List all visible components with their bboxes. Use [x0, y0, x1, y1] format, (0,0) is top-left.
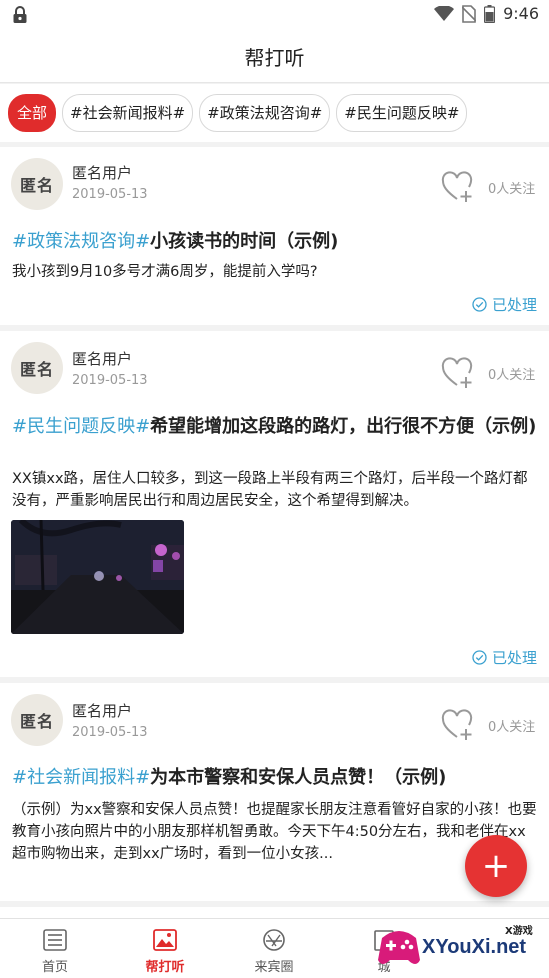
follow-heart-icon[interactable] [441, 709, 475, 741]
nav-home[interactable]: 首页 [0, 919, 110, 978]
wifi-icon [434, 5, 455, 21]
post-date: 2019-05-13 [72, 187, 148, 202]
status-bar: 9:46 [0, 0, 549, 30]
follow-heart-icon[interactable] [441, 357, 475, 389]
category-tabs: 全部 #社会新闻报料# #政策法规咨询# #民生问题反映# [0, 84, 549, 142]
post-body: 我小孩到9月10多号才满6周岁，能提前入学吗? [12, 264, 318, 280]
nav-laibinquan[interactable]: 来宾圈 [219, 919, 329, 978]
post-date: 2019-05-13 [72, 373, 148, 388]
avatar: 匿名 [11, 342, 63, 394]
post-category[interactable]: #社会新闻报料# [12, 767, 150, 788]
user-name: 匿名用户 [72, 350, 133, 368]
image-icon [153, 929, 177, 951]
status-badge: 已处理 [472, 647, 537, 668]
circle-icon [263, 929, 285, 951]
post-card-peek [0, 907, 549, 918]
add-post-button[interactable]: + [465, 835, 527, 897]
post-date: 2019-05-13 [72, 725, 148, 740]
post-title[interactable]: #社会新闻报料#为本市警察和安保人员点赞！（示例) [12, 765, 537, 791]
battery-icon [484, 4, 496, 23]
app-header: 帮打听 [0, 30, 549, 83]
post-title[interactable]: #政策法规咨询#小孩读书的时间（示例) [12, 229, 537, 255]
post-card[interactable]: 匿名 匿名用户 2019-05-13 0人关注 #民生问题反映#希望能增加这段路… [0, 331, 549, 677]
post-body: XX镇xx路，居住人口较多，到这一段路上半段有两三个路灯，后半段一个路灯都没有，… [12, 471, 528, 509]
follow-count: 0人关注 [488, 182, 536, 197]
gamepad-logo-icon [378, 931, 420, 964]
status-badge: 已处理 [472, 294, 537, 315]
post-category[interactable]: #民生问题反映# [12, 416, 150, 437]
avatar: 匿名 [11, 694, 63, 746]
lock-icon [13, 6, 27, 23]
tab-all[interactable]: 全部 [8, 94, 57, 132]
follow-count: 0人关注 [488, 720, 536, 735]
news-icon [43, 929, 67, 951]
user-name: 匿名用户 [72, 702, 133, 720]
post-category[interactable]: #政策法规咨询# [12, 231, 150, 252]
no-sim-icon [462, 4, 477, 23]
follow-heart-icon[interactable] [441, 171, 475, 203]
tab-policy[interactable]: #政策法规咨询# [199, 94, 331, 132]
post-photo[interactable] [11, 520, 184, 634]
check-circle-icon [472, 650, 487, 665]
night-street-image [11, 520, 184, 634]
nav-bangdating[interactable]: 帮打听 [110, 919, 220, 978]
watermark-logo: X游戏 XYouXi.net [372, 918, 549, 977]
avatar: 匿名 [11, 158, 63, 210]
user-name: 匿名用户 [72, 164, 133, 182]
clock: 9:46 [503, 4, 539, 23]
post-body: （示例）为xx警察和安保人员点赞！也提醒家长朋友注意看管好自家的小孩！也要教育小… [12, 802, 537, 862]
check-circle-icon [472, 297, 487, 312]
post-title[interactable]: #民生问题反映#希望能增加这段路的路灯，出行很不方便（示例) [12, 414, 537, 440]
follow-count: 0人关注 [488, 368, 536, 383]
tab-livelihood[interactable]: #民生问题反映# [336, 94, 468, 132]
page-title: 帮打听 [244, 46, 305, 70]
tab-social-news[interactable]: #社会新闻报料# [62, 94, 194, 132]
post-card[interactable]: 匿名 匿名用户 2019-05-13 0人关注 #政策法规咨询#小孩读书的时间（… [0, 147, 549, 325]
